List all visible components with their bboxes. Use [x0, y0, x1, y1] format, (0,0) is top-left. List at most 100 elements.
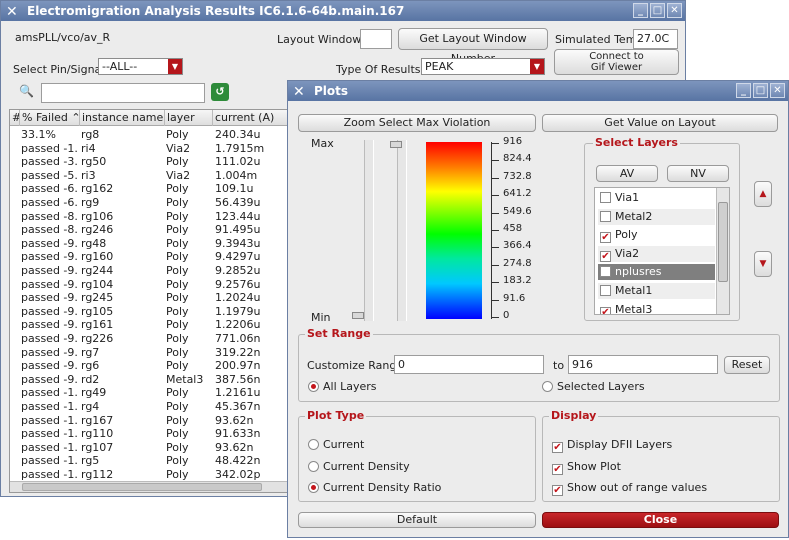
- av-button[interactable]: AV: [596, 165, 658, 182]
- table-row[interactable]: passed -6... rg162 Poly 109.1u: [10, 182, 288, 196]
- table-row[interactable]: passed -9... rg48 Poly 9.3943u: [10, 237, 288, 251]
- checkbox-icon[interactable]: [600, 285, 611, 296]
- nv-button[interactable]: NV: [667, 165, 729, 182]
- table-row[interactable]: passed -1... rg49 Poly 1.2161u: [10, 386, 288, 400]
- cell-failed: passed -9...: [21, 277, 79, 291]
- col-header-failed[interactable]: % Failed ⌃: [20, 110, 80, 126]
- table-row[interactable]: passed -1... rg110 Poly 91.633n: [10, 427, 288, 441]
- reset-button[interactable]: Reset: [724, 356, 770, 374]
- table-row[interactable]: passed -9... rg226 Poly 771.06n: [10, 332, 288, 346]
- table-row[interactable]: passed -9... rg244 Poly 9.2852u: [10, 264, 288, 278]
- select-pin-dropdown[interactable]: --ALL-- ▼: [98, 58, 183, 75]
- cell-failed: passed -1...: [21, 413, 79, 427]
- refresh-icon[interactable]: ↺: [211, 83, 229, 101]
- table-row[interactable]: passed -9... rg104 Poly 9.2576u: [10, 278, 288, 292]
- table-row[interactable]: passed -9... rg161 Poly 1.2206u: [10, 318, 288, 332]
- table-row[interactable]: passed -1... ri4 Via2 1.7915m: [10, 142, 288, 156]
- col-header-index[interactable]: #: [10, 110, 20, 126]
- cell-failed: passed -8...: [21, 223, 79, 237]
- table-row[interactable]: passed -8... rg106 Poly 123.44u: [10, 210, 288, 224]
- all-layers-radio[interactable]: All Layers: [308, 380, 377, 393]
- table-row[interactable]: passed -1... rg5 Poly 48.422n: [10, 454, 288, 468]
- cell-failed: passed -6...: [21, 182, 79, 196]
- layer-item[interactable]: ✔ Poly: [598, 227, 715, 244]
- connect-gif-viewer-button[interactable]: Connect to Gif Viewer: [554, 49, 679, 75]
- max-slider-track[interactable]: [397, 140, 407, 321]
- checkbox-icon[interactable]: [600, 192, 611, 203]
- maximize-icon[interactable]: □: [650, 3, 665, 18]
- table-row[interactable]: passed -6... rg9 Poly 56.439u: [10, 196, 288, 210]
- table-row[interactable]: passed -8... rg246 Poly 91.495u: [10, 223, 288, 237]
- layers-scrollbar[interactable]: [716, 188, 729, 314]
- display-option-checkbox[interactable]: ✔ Show Plot: [552, 460, 621, 475]
- cell-instance: rg5: [81, 454, 100, 468]
- get-value-on-layout-button[interactable]: Get Value on Layout: [542, 114, 778, 132]
- plot-type-radio[interactable]: Current Density: [308, 460, 410, 473]
- table-row[interactable]: passed -1... rg112 Poly 342.02p: [10, 468, 288, 482]
- minimize-icon[interactable]: _: [633, 3, 648, 18]
- maximize-icon[interactable]: □: [753, 83, 768, 98]
- col-header-layer[interactable]: layer: [165, 110, 213, 126]
- checkbox-icon[interactable]: ✔: [600, 250, 611, 262]
- table-row[interactable]: passed -9... rd2 Metal3 387.56n: [10, 373, 288, 387]
- table-row[interactable]: 33.1% rg8 Poly 240.34u: [10, 128, 288, 142]
- checkbox-icon[interactable]: ✔: [600, 306, 611, 314]
- layer-item[interactable]: ✔ Metal3: [598, 302, 715, 314]
- table-row[interactable]: passed -9... rg160 Poly 9.4297u: [10, 250, 288, 264]
- checkbox-icon[interactable]: [600, 266, 611, 278]
- simulated-temp-input[interactable]: 27.0C: [633, 29, 678, 49]
- min-slider-handle[interactable]: [352, 312, 364, 319]
- table-row[interactable]: passed -1... rg107 Poly 93.62n: [10, 441, 288, 455]
- table-row[interactable]: passed -9... rg7 Poly 319.22n: [10, 346, 288, 360]
- horizontal-scrollbar[interactable]: [10, 481, 288, 492]
- type-results-dropdown[interactable]: PEAK ▼: [421, 58, 545, 75]
- layer-item[interactable]: nplusres: [598, 264, 715, 281]
- scale-tick-label: 916: [503, 136, 523, 147]
- table-row[interactable]: passed -9... rg105 Poly 1.1979u: [10, 305, 288, 319]
- checkbox-icon: ✔: [552, 442, 563, 453]
- scroll-thumb[interactable]: [22, 483, 262, 491]
- main-titlebar[interactable]: ✕ Electromigration Analysis Results IC6.…: [1, 1, 685, 21]
- layer-item[interactable]: Metal2: [598, 208, 715, 225]
- cell-current: 200.97n: [215, 359, 261, 373]
- table-row[interactable]: passed -9... rg245 Poly 1.2024u: [10, 291, 288, 305]
- layers-scroll-thumb[interactable]: [718, 202, 728, 282]
- layer-item[interactable]: Metal1: [598, 283, 715, 299]
- layout-window-input[interactable]: [360, 29, 392, 49]
- cell-failed: passed -9...: [21, 345, 79, 359]
- close-button[interactable]: Close: [542, 512, 779, 528]
- table-row[interactable]: passed -9... rg6 Poly 200.97n: [10, 359, 288, 373]
- default-button[interactable]: Default: [298, 512, 536, 528]
- table-row[interactable]: passed -1... rg4 Poly 45.367n: [10, 400, 288, 414]
- min-slider-track[interactable]: [364, 140, 374, 321]
- table-row[interactable]: passed -1... rg167 Poly 93.62n: [10, 414, 288, 428]
- get-layout-window-button[interactable]: Get Layout Window Number: [398, 28, 548, 65]
- set-range-title: Set Range: [305, 327, 373, 340]
- plot-type-radio[interactable]: Current: [308, 438, 364, 451]
- checkbox-icon[interactable]: ✔: [600, 232, 611, 244]
- table-row[interactable]: passed -3... rg50 Poly 111.02u: [10, 155, 288, 169]
- close-icon[interactable]: ✕: [667, 3, 682, 18]
- max-slider-handle[interactable]: [390, 141, 402, 148]
- layer-item[interactable]: Via1: [598, 190, 715, 206]
- range-to-input[interactable]: 916: [568, 355, 718, 374]
- radio-icon: [308, 381, 319, 392]
- minimize-icon[interactable]: _: [736, 83, 751, 98]
- display-option-checkbox[interactable]: ✔ Display DFII Layers: [552, 438, 672, 453]
- table-row[interactable]: passed -5... ri3 Via2 1.004m: [10, 169, 288, 183]
- move-up-button[interactable]: ▲: [754, 181, 772, 207]
- plots-titlebar[interactable]: ✕ Plots _ □ ✕: [288, 81, 788, 101]
- plot-type-label: Current Density: [323, 459, 410, 473]
- range-from-input[interactable]: 0: [394, 355, 544, 374]
- col-header-current[interactable]: current (A): [213, 110, 288, 126]
- selected-layers-radio[interactable]: Selected Layers: [542, 380, 645, 393]
- zoom-select-max-violation-button[interactable]: Zoom Select Max Violation: [298, 114, 536, 132]
- plot-type-radio[interactable]: Current Density Ratio: [308, 481, 441, 494]
- close-icon[interactable]: ✕: [770, 83, 785, 98]
- move-down-button[interactable]: ▼: [754, 251, 772, 277]
- col-header-instance[interactable]: instance name: [80, 110, 165, 126]
- checkbox-icon[interactable]: [600, 210, 611, 222]
- display-option-checkbox[interactable]: ✔ Show out of range values: [552, 481, 707, 496]
- layer-item[interactable]: ✔ Via2: [598, 245, 715, 262]
- search-input[interactable]: [41, 83, 205, 103]
